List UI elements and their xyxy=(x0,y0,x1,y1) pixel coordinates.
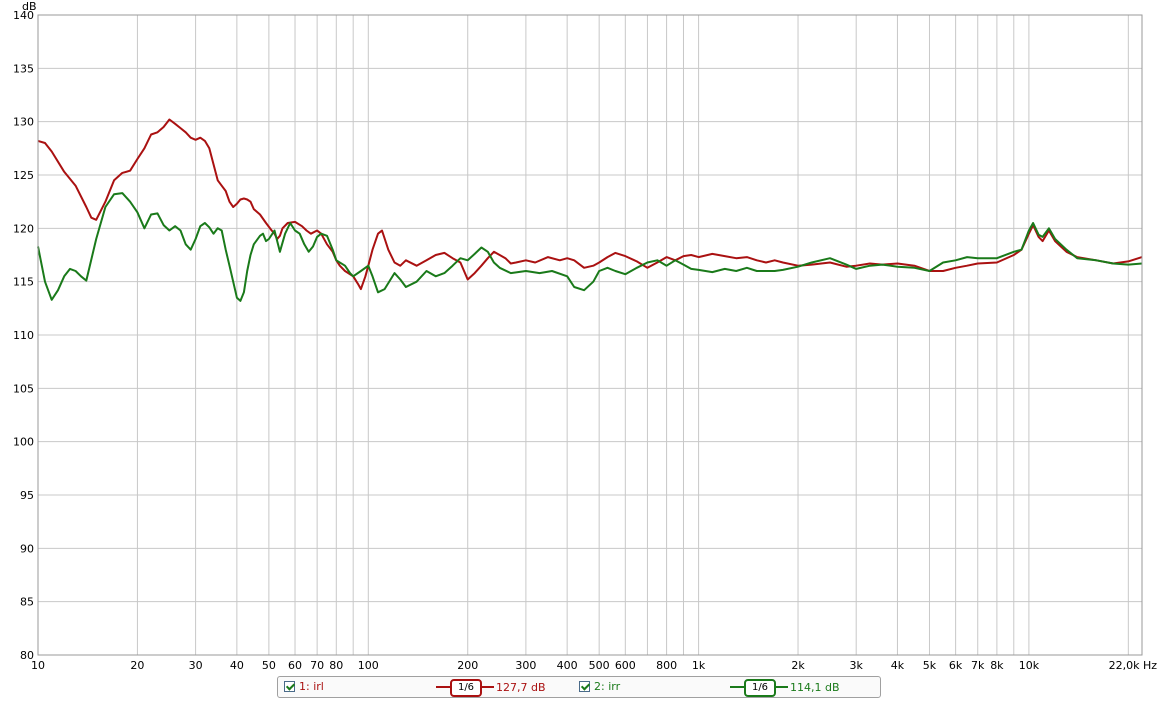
x-tick-label: 80 xyxy=(329,659,343,672)
x-tick-label: 600 xyxy=(615,659,636,672)
x-tick-label: 6k xyxy=(949,659,963,672)
x-tick-label: 300 xyxy=(515,659,536,672)
legend-entry-irr[interactable]: 2: irr xyxy=(579,680,620,693)
series2-label: 2: irr xyxy=(594,680,621,693)
y-axis-label: dB xyxy=(22,0,37,13)
series2-checkbox[interactable] xyxy=(579,681,590,692)
x-tick-label: 70 xyxy=(310,659,324,672)
x-tick-label: 40 xyxy=(230,659,244,672)
x-tick-label: 100 xyxy=(358,659,379,672)
series2-smoothing-swatch[interactable]: 1/6 xyxy=(730,679,788,697)
x-tick-label: 2k xyxy=(791,659,805,672)
x-tick-label: 20 xyxy=(130,659,144,672)
y-tick-labels: 80859095100105110115120125130135140 xyxy=(13,9,34,662)
series1-checkbox[interactable] xyxy=(284,681,295,692)
x-tick-labels: 10 20 30 40 50 60 70 80 100 200 300 400 500 600 800 1k 2… xyxy=(31,659,1157,672)
x-tick-label: 8k xyxy=(990,659,1004,672)
series1-smoothing-label: 1/6 xyxy=(450,679,482,697)
x-tick-label: 60 xyxy=(288,659,302,672)
x-tick-label: 3k xyxy=(850,659,864,672)
x-tick-label: 400 xyxy=(557,659,578,672)
x-tick-label: 200 xyxy=(457,659,478,672)
series1-smoothing-swatch[interactable]: 1/6 xyxy=(436,679,494,697)
legend: 1: irl 1/6 127,7 dB 2: irr 1/6 114,1 dB xyxy=(277,676,881,698)
y-tick-label: 125 xyxy=(13,169,34,182)
x-tick-label: 10k xyxy=(1019,659,1040,672)
frequency-response-chart: 80859095100105110115120125130135140 10 20… xyxy=(13,0,1157,672)
series-line-1 xyxy=(37,118,1143,291)
y-tick-label: 95 xyxy=(20,489,34,502)
x-tick-label: 7k xyxy=(971,659,985,672)
y-tick-label: 105 xyxy=(13,382,34,395)
y-tick-label: 100 xyxy=(13,436,34,449)
y-tick-label: 90 xyxy=(20,542,34,555)
series-line-2 xyxy=(37,192,1143,302)
x-tick-label: 5k xyxy=(923,659,937,672)
series1-level: 127,7 dB xyxy=(496,681,546,694)
x-tick-label: 50 xyxy=(262,659,276,672)
series2-level: 114,1 dB xyxy=(790,681,840,694)
y-tick-label: 120 xyxy=(13,222,34,235)
series2-smoothing-label: 1/6 xyxy=(744,679,776,697)
x-tick-label: 4k xyxy=(891,659,905,672)
legend-entry-irl[interactable]: 1: irl xyxy=(284,680,324,693)
x-tick-label: 800 xyxy=(656,659,677,672)
series1-label: 1: irl xyxy=(299,680,324,693)
grid-lines xyxy=(37,14,1142,656)
x-tick-label: 10 xyxy=(31,659,45,672)
x-tick-label: 1k xyxy=(692,659,706,672)
y-tick-label: 115 xyxy=(13,276,34,289)
x-tick-label: 22,0k Hz xyxy=(1109,659,1158,672)
y-tick-label: 135 xyxy=(13,62,34,75)
series-lines xyxy=(37,118,1143,302)
y-tick-label: 85 xyxy=(20,596,34,609)
x-tick-label: 500 xyxy=(589,659,610,672)
y-tick-label: 110 xyxy=(13,329,34,342)
y-tick-label: 130 xyxy=(13,116,34,129)
x-tick-label: 30 xyxy=(189,659,203,672)
